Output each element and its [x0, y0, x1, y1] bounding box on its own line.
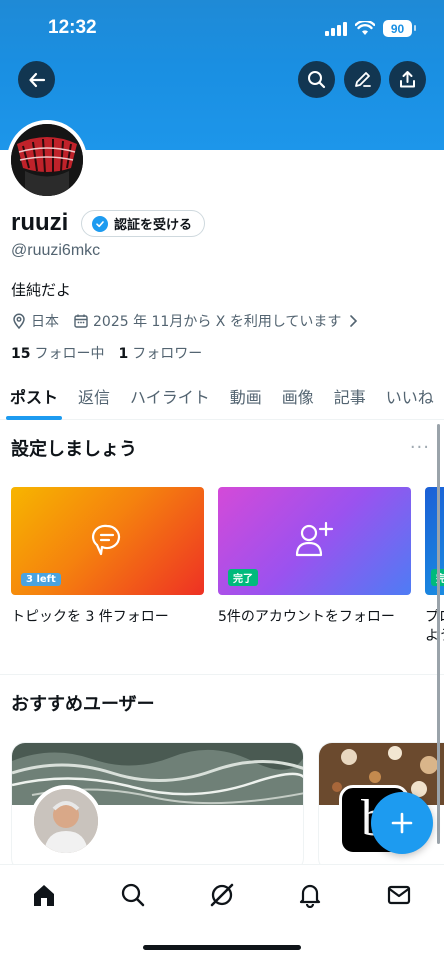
- following-label: フォロー中: [34, 346, 105, 362]
- profile-bio: 佳純だよ: [11, 281, 72, 299]
- home-indicator[interactable]: [143, 945, 301, 950]
- setup-title: 設定しましょう: [11, 439, 137, 460]
- grok-icon: [210, 883, 234, 907]
- nav-search[interactable]: [113, 879, 153, 911]
- following-link[interactable]: 15 フォロー中: [11, 343, 104, 363]
- status-bar: 12:32 90: [0, 0, 444, 60]
- profile-setup-card[interactable]: 完: [425, 487, 444, 595]
- chat-bubble-icon: [92, 524, 121, 556]
- more-options-icon[interactable]: ···: [410, 437, 430, 458]
- nav-grok[interactable]: [202, 879, 242, 911]
- location-pin-icon: [13, 313, 25, 329]
- followers-count: 1: [118, 346, 129, 362]
- wifi-icon: [355, 21, 375, 35]
- get-verified-label: 認証を受ける: [114, 218, 193, 233]
- card-badge-done: 完了: [228, 569, 258, 586]
- follow-accounts-card-label: 5件のアカウントをフォロー: [218, 609, 395, 625]
- search-icon: [121, 883, 145, 907]
- share-icon: [400, 71, 415, 88]
- avatar-image: [11, 124, 83, 196]
- get-verified-button[interactable]: 認証を受ける: [81, 210, 206, 237]
- tab-videos[interactable]: 動画: [220, 372, 272, 419]
- battery-indicator: 90: [383, 20, 416, 37]
- tab-photos[interactable]: 画像: [272, 372, 324, 419]
- profile-handle: @ruuzi6mkc: [11, 242, 101, 259]
- share-button[interactable]: [389, 61, 426, 98]
- search-button[interactable]: [298, 61, 335, 98]
- verified-badge-icon: [92, 215, 108, 232]
- followers-link[interactable]: 1 フォロワー: [118, 343, 202, 363]
- nav-home[interactable]: [24, 879, 64, 911]
- nav-notifications[interactable]: [290, 879, 330, 911]
- chevron-right-icon: [350, 315, 358, 327]
- person-add-icon: [295, 521, 334, 557]
- scrollbar[interactable]: [437, 424, 440, 844]
- nav-messages[interactable]: [379, 879, 419, 911]
- search-icon: [308, 71, 326, 89]
- signal-icon: [325, 21, 347, 36]
- profile-setup-card-label-2: よう: [425, 628, 444, 644]
- status-indicators: 90: [325, 20, 416, 37]
- edit-icon: [355, 72, 371, 87]
- status-time: 12:32: [48, 17, 97, 38]
- joined-date[interactable]: 2025 年 11月から X を利用しています: [73, 311, 359, 331]
- location: 日本: [11, 311, 59, 331]
- section-divider: [0, 674, 444, 675]
- recommended-user-card[interactable]: [11, 742, 304, 872]
- mail-icon: [387, 885, 411, 905]
- home-icon: [34, 885, 54, 906]
- arrow-left-icon: [28, 72, 45, 87]
- profile-tabs: ポスト 返信 ハイライト 動画 画像 記事 いいね: [0, 372, 444, 420]
- tab-replies[interactable]: 返信: [68, 372, 120, 419]
- tab-articles[interactable]: 記事: [324, 372, 376, 419]
- bell-icon: [299, 884, 321, 908]
- followers-label: フォロワー: [132, 346, 203, 362]
- profile-meta: 日本 2025 年 11月から X を利用しています: [11, 311, 359, 331]
- profile-avatar[interactable]: [7, 120, 87, 200]
- follow-accounts-card[interactable]: 完了: [218, 487, 411, 595]
- calendar-icon: [74, 314, 88, 328]
- topics-card-label: トピックを 3 件フォロー: [11, 609, 169, 625]
- following-count: 15: [11, 346, 31, 362]
- user-avatar[interactable]: [30, 785, 102, 857]
- recommended-title: おすすめユーザー: [11, 694, 155, 715]
- topics-card[interactable]: 3 left: [11, 487, 204, 595]
- location-text: 日本: [31, 314, 59, 330]
- card-badge-left: 3 left: [21, 573, 61, 586]
- tab-posts[interactable]: ポスト: [0, 372, 68, 420]
- edit-button[interactable]: [344, 61, 381, 98]
- back-button[interactable]: [18, 61, 55, 98]
- tab-likes[interactable]: いいね: [376, 372, 444, 419]
- compose-post-button[interactable]: [371, 792, 433, 854]
- plus-icon: [391, 812, 413, 834]
- tab-highlights[interactable]: ハイライト: [120, 372, 220, 419]
- follow-stats: 15 フォロー中 1 フォロワー: [11, 343, 202, 363]
- joined-text: 2025 年 11月から X を利用しています: [93, 314, 342, 330]
- profile-setup-card-label: プロ: [425, 609, 444, 625]
- profile-name: ruuzi: [11, 209, 69, 236]
